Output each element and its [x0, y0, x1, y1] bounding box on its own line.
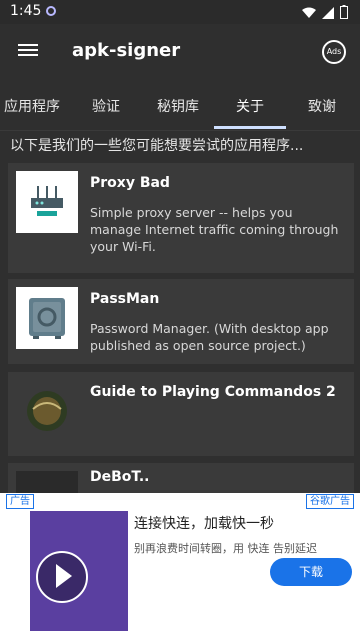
tab-verify[interactable]: 验证: [92, 96, 120, 116]
ads-icon[interactable]: Ads: [322, 40, 346, 64]
app-card-commandos-guide[interactable]: Guide to Playing Commandos 2: [8, 372, 354, 456]
card-description: Simple proxy server -- helps you manage …: [90, 205, 339, 254]
app-card-debot[interactable]: DeBoT..: [8, 463, 354, 493]
ad-label: 广告: [6, 494, 34, 509]
tab-bar: 应用程序 验证 秘钥库 关于 致谢: [0, 80, 360, 131]
card-title: Proxy Bad: [90, 175, 170, 191]
active-tab-indicator: [214, 126, 286, 129]
app-card-proxy-bad[interactable]: Proxy Bad Simple proxy server -- helps y…: [8, 163, 354, 273]
tab-thanks[interactable]: 致谢: [308, 96, 336, 116]
battery-icon: [340, 4, 348, 23]
router-icon: [16, 171, 78, 233]
ad-banner[interactable]: 广告 谷歌广告 连接快连，加载快一秒 别再浪费时间转圈，用 快连 告别延迟 下载: [0, 493, 360, 639]
card-title: Guide to Playing Commandos 2: [90, 384, 336, 400]
status-icons: [302, 4, 348, 23]
tab-about[interactable]: 关于: [236, 96, 264, 116]
app-title: apk-signer: [72, 40, 181, 61]
menu-icon[interactable]: [18, 41, 38, 61]
status-time: 1:45: [10, 3, 42, 19]
ad-video-thumbnail[interactable]: [30, 511, 128, 631]
tab-keystore[interactable]: 秘钥库: [157, 96, 199, 116]
card-description: Password Manager. (With desktop app publ…: [90, 321, 329, 353]
wifi-icon: [302, 4, 316, 23]
tab-apps[interactable]: 应用程序: [4, 96, 60, 116]
play-icon[interactable]: [36, 551, 88, 603]
commandos-badge-icon: [16, 380, 78, 442]
app-bar: apk-signer Ads: [0, 24, 360, 80]
card-title: DeBoT..: [90, 469, 150, 485]
status-bar: 1:45: [0, 0, 360, 24]
google-ads-label[interactable]: 谷歌广告: [306, 494, 354, 509]
app-thumbnail: [16, 471, 78, 493]
ad-download-button[interactable]: 下载: [270, 558, 352, 586]
safe-icon: [16, 287, 78, 349]
intro-text: 以下是我们的一些您可能想要尝试的应用程序...: [10, 138, 304, 154]
notification-icon: [46, 6, 56, 16]
card-title: PassMan: [90, 291, 160, 307]
ad-subtitle: 别再浪费时间转圈，用 快连 告别延迟: [134, 542, 317, 555]
signal-icon: [322, 4, 334, 23]
app-card-passman[interactable]: PassMan Password Manager. (With desktop …: [8, 279, 354, 364]
ad-title[interactable]: 连接快连，加载快一秒: [134, 513, 274, 533]
